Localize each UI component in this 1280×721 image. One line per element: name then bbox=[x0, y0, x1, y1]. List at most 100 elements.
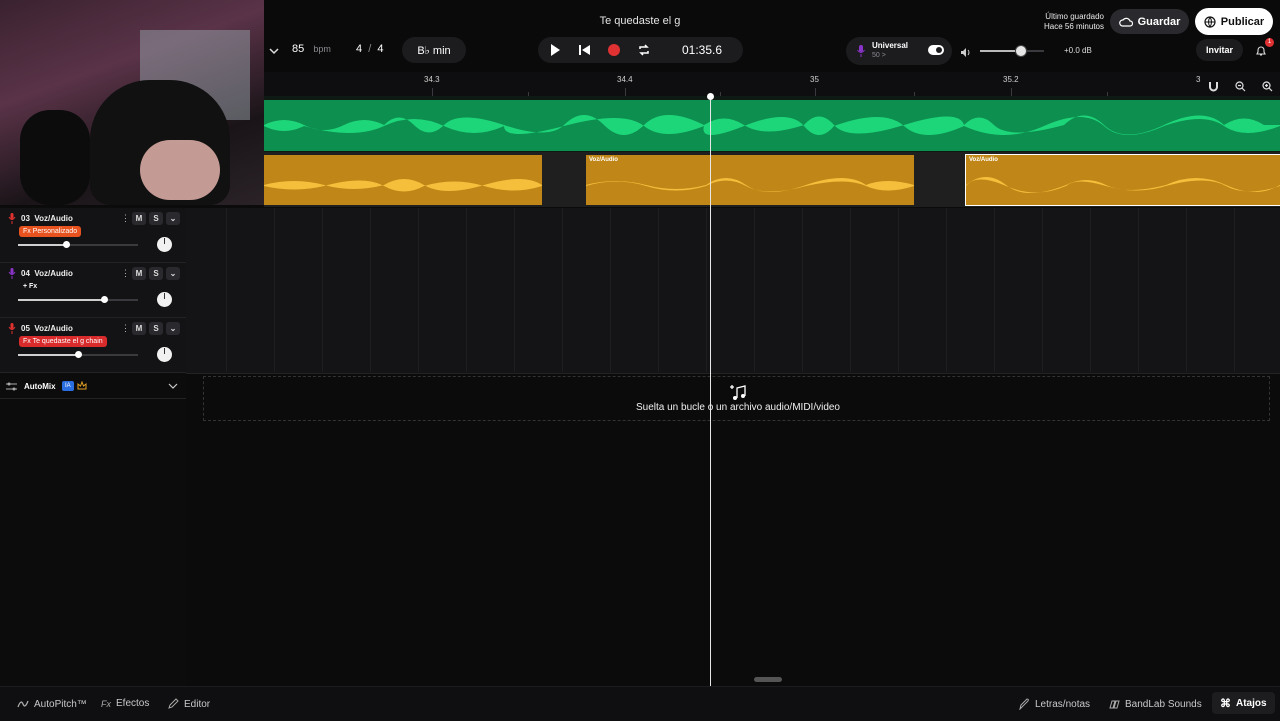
track-lane[interactable] bbox=[186, 208, 1280, 264]
audio-clip-yellow-1[interactable] bbox=[264, 155, 542, 205]
volume-knob[interactable] bbox=[75, 351, 82, 358]
preset-toggle[interactable] bbox=[928, 45, 944, 55]
pencil-icon bbox=[168, 698, 179, 709]
publish-button[interactable]: Publicar bbox=[1195, 8, 1273, 35]
automix-row[interactable]: AutoMix IA bbox=[0, 376, 186, 399]
waveform bbox=[966, 177, 1280, 193]
playhead[interactable] bbox=[710, 96, 711, 686]
effects-label: Efectos bbox=[116, 698, 150, 709]
notifications-bell-icon[interactable] bbox=[1255, 44, 1267, 56]
preset-selector[interactable]: Universal 50 > bbox=[846, 37, 952, 65]
track-menu-icon[interactable]: ⋮ bbox=[121, 323, 130, 334]
mute-button[interactable]: M bbox=[132, 322, 146, 335]
play-button[interactable] bbox=[548, 43, 562, 57]
track-expand-chevron-icon[interactable]: ⌄ bbox=[166, 322, 180, 335]
record-button[interactable] bbox=[608, 44, 620, 56]
project-title[interactable]: Te quedaste el g bbox=[540, 15, 740, 27]
grid-line bbox=[1234, 208, 1235, 372]
track-expand-chevron-icon[interactable]: ⌄ bbox=[166, 267, 180, 280]
ai-badge: IA bbox=[62, 381, 74, 391]
zoom-in-icon[interactable] bbox=[1262, 79, 1273, 92]
rewind-button[interactable] bbox=[578, 43, 592, 57]
skip-back-icon bbox=[579, 45, 590, 55]
volume-knob[interactable] bbox=[63, 241, 70, 248]
horizontal-scroll-handle[interactable] bbox=[754, 677, 782, 682]
track-header-03[interactable]: 03 Voz/Audio ⋮ M S ⌄ Fx Personalizado bbox=[0, 208, 186, 263]
loop-button[interactable] bbox=[637, 43, 651, 57]
effects-button[interactable]: Fx Efectos bbox=[101, 698, 149, 709]
clip-label: Voz/Audio bbox=[589, 157, 618, 163]
track-expand-chevron-icon[interactable]: ⌄ bbox=[166, 212, 180, 225]
mute-button[interactable]: M bbox=[132, 267, 146, 280]
pan-knob[interactable] bbox=[157, 292, 172, 307]
track-lane[interactable] bbox=[186, 263, 1280, 319]
clip-label: Voz/Audio bbox=[969, 157, 998, 163]
time-sig-separator: / bbox=[368, 43, 372, 55]
playhead-handle[interactable] bbox=[707, 93, 714, 100]
add-fx-button[interactable]: + Fx bbox=[19, 281, 41, 292]
track-volume-slider[interactable] bbox=[18, 351, 138, 358]
bpm-unit: bpm bbox=[313, 44, 331, 54]
solo-button[interactable]: S bbox=[149, 267, 163, 280]
time-signature[interactable]: 4 / 4 bbox=[356, 43, 396, 59]
webcam-overlay bbox=[0, 0, 264, 205]
track-menu-icon[interactable]: ⋮ bbox=[121, 213, 130, 224]
last-saved-time: Hace 56 minutos bbox=[1043, 22, 1104, 31]
automix-label: AutoMix bbox=[24, 382, 56, 391]
fx-tag[interactable]: Fx Te quedaste el g chain bbox=[19, 336, 107, 347]
time-sig-numerator: 4 bbox=[356, 43, 363, 55]
grid-line bbox=[658, 208, 659, 372]
ruler-mark: 3 bbox=[1196, 75, 1201, 84]
volume-knob[interactable] bbox=[101, 296, 109, 303]
pan-knob[interactable] bbox=[157, 347, 172, 362]
zoom-out-icon[interactable] bbox=[1235, 79, 1246, 92]
mute-button[interactable]: M bbox=[132, 212, 146, 225]
track-volume-slider[interactable] bbox=[18, 241, 138, 248]
track-number: 05 bbox=[21, 324, 30, 333]
track-header-04[interactable]: 04 Voz/Audio ⋮ M S ⌄ + Fx bbox=[0, 263, 186, 318]
mic-icon bbox=[8, 268, 16, 279]
fx-tag[interactable]: Fx Personalizado bbox=[19, 226, 82, 237]
mic-icon bbox=[8, 323, 16, 334]
track-menu-icon[interactable]: ⋮ bbox=[121, 268, 130, 279]
grid-line bbox=[322, 208, 323, 372]
grid-line bbox=[754, 208, 755, 372]
solo-button[interactable]: S bbox=[149, 212, 163, 225]
audio-clip-yellow-3[interactable]: Voz/Audio bbox=[965, 154, 1280, 206]
track-name[interactable]: Voz/Audio bbox=[34, 324, 73, 333]
editor-button[interactable]: Editor bbox=[167, 698, 210, 710]
bottom-toolbar: AutoPitch™ Fx Efectos Editor Letras/nota… bbox=[0, 686, 1280, 721]
timeline-ruler[interactable]: 34.3 34.4 35 35.2 3 bbox=[264, 72, 1280, 97]
chevron-down-icon[interactable] bbox=[168, 383, 178, 389]
audio-clip-green[interactable] bbox=[264, 100, 1280, 151]
solo-button[interactable]: S bbox=[149, 322, 163, 335]
speaker-icon[interactable] bbox=[960, 45, 972, 57]
bpm-control[interactable]: 85 bpm bbox=[292, 43, 342, 59]
master-volume-slider[interactable] bbox=[980, 45, 1044, 57]
volume-fill bbox=[18, 299, 105, 301]
music-note-icon bbox=[730, 385, 746, 400]
track-header-05[interactable]: 05 Voz/Audio ⋮ M S ⌄ Fx Te quedaste el g… bbox=[0, 318, 186, 373]
track-volume-slider[interactable] bbox=[18, 296, 138, 303]
collapse-chevron-icon[interactable] bbox=[268, 44, 280, 56]
invite-button[interactable]: Invitar bbox=[1196, 39, 1243, 61]
autopitch-button[interactable]: AutoPitch™ bbox=[17, 698, 87, 710]
notification-badge: 1 bbox=[1265, 38, 1274, 47]
track-name[interactable]: Voz/Audio bbox=[34, 269, 73, 278]
pan-knob[interactable] bbox=[157, 237, 172, 252]
bandlab-sounds-button[interactable]: BandLab Sounds bbox=[1108, 698, 1202, 710]
lyrics-notes-button[interactable]: Letras/notas bbox=[1018, 698, 1090, 710]
key-selector[interactable]: B♭ min bbox=[402, 37, 466, 63]
magnet-snap-icon[interactable] bbox=[1208, 79, 1219, 92]
volume-knob[interactable] bbox=[1014, 45, 1027, 57]
editor-label: Editor bbox=[184, 698, 211, 710]
grid-line bbox=[706, 208, 707, 372]
shortcuts-button[interactable]: ⌘ Atajos bbox=[1212, 692, 1275, 714]
grid-line bbox=[1042, 208, 1043, 372]
audio-clip-yellow-2[interactable]: Voz/Audio bbox=[586, 155, 914, 205]
cloud-upload-icon bbox=[1118, 17, 1133, 27]
track-name[interactable]: Voz/Audio bbox=[34, 214, 73, 223]
track-lane[interactable] bbox=[186, 318, 1280, 374]
bpm-value: 85 bbox=[292, 43, 305, 55]
save-button[interactable]: Guardar bbox=[1110, 9, 1189, 34]
